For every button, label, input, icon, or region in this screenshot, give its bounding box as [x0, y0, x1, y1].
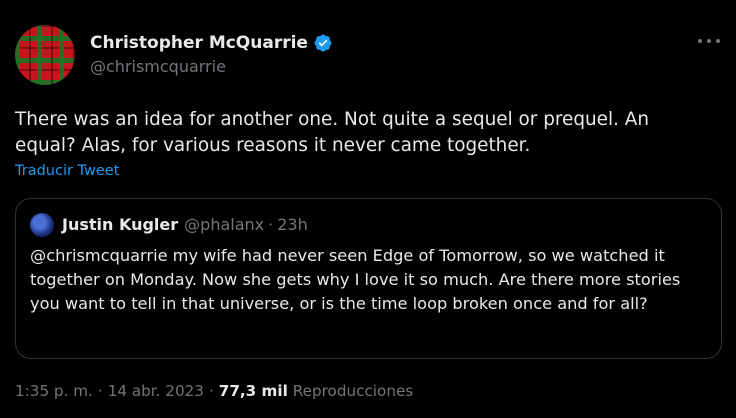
more-dot-icon — [698, 39, 702, 43]
tweet-card: Christopher McQuarrie @chrismcquarrie Th… — [0, 0, 736, 418]
tweet-time[interactable]: 1:35 p. m. — [15, 381, 93, 401]
author-block: Christopher McQuarrie @chrismcquarrie — [90, 32, 333, 75]
tweet-text: There was an idea for another one. Not q… — [15, 109, 650, 156]
more-options-button[interactable] — [698, 34, 720, 48]
more-dot-icon — [707, 39, 711, 43]
quoted-author-avatar[interactable] — [30, 213, 54, 237]
quoted-separator: · — [268, 215, 274, 234]
translate-tweet-link[interactable]: Traducir Tweet — [15, 163, 119, 179]
views-label: Reproducciones — [292, 382, 414, 400]
quoted-header: Justin Kugler @phalanx · 23h — [62, 215, 308, 235]
tweet-meta: 1:35 p. m. · 14 abr. 2023 · 77,3 mil Rep… — [15, 381, 413, 401]
author-handle[interactable]: @chrismcquarrie — [90, 59, 333, 75]
quoted-tweet[interactable]: Justin Kugler @phalanx · 23h @chrismcqua… — [15, 198, 722, 359]
author-name[interactable]: Christopher McQuarrie — [90, 34, 308, 52]
quoted-author-name[interactable]: Justin Kugler — [62, 215, 178, 235]
tweet-date[interactable]: 14 abr. 2023 — [108, 381, 204, 401]
quoted-text: @chrismcquarrie my wife had never seen E… — [30, 246, 681, 313]
more-dot-icon — [716, 39, 720, 43]
author-avatar[interactable] — [15, 25, 75, 85]
quoted-timestamp[interactable]: 23h — [277, 215, 308, 235]
verified-badge-icon — [314, 34, 332, 52]
views-count: 77,3 mil — [218, 382, 288, 400]
author-name-row: Christopher McQuarrie — [90, 32, 333, 54]
quoted-author-handle[interactable]: @phalanx — [184, 215, 264, 235]
meta-separator: · — [97, 382, 103, 400]
meta-separator: · — [208, 382, 214, 400]
